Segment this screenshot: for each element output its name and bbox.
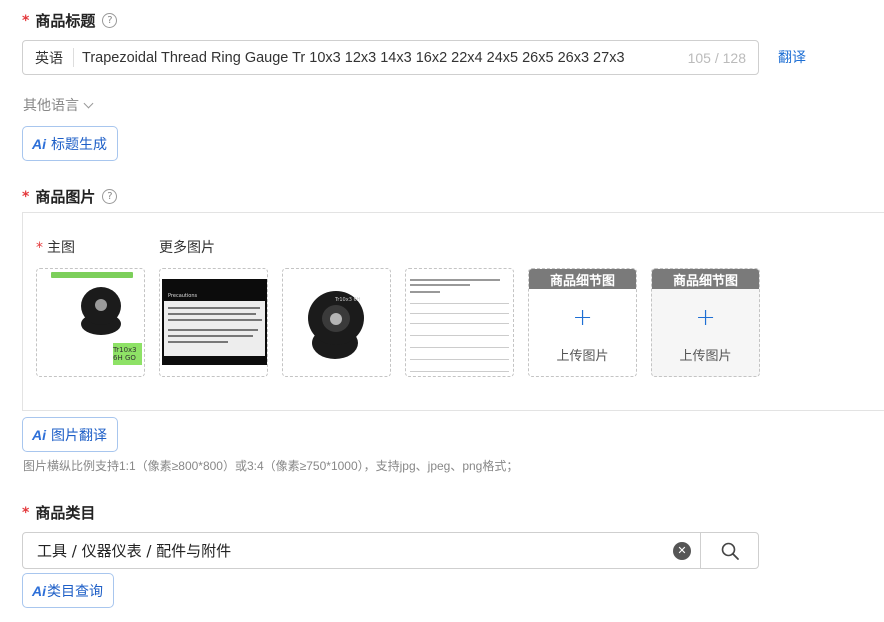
table-line bbox=[410, 313, 509, 314]
spec-table-image bbox=[410, 277, 509, 372]
main-image-label-text: 主图 bbox=[47, 240, 75, 256]
ai-category-lookup-label: 类目查询 bbox=[47, 583, 103, 600]
main-image-label: * 主图 bbox=[36, 237, 75, 257]
image-requirements-hint: 图片横纵比例支持1:1（像素≥800*800）或3:4（像素≥750*1000）… bbox=[23, 459, 519, 473]
question-circle-icon[interactable]: ? bbox=[102, 189, 118, 204]
document-line bbox=[168, 335, 253, 337]
ring-gauge-hole bbox=[330, 313, 342, 325]
table-text bbox=[410, 279, 500, 281]
table-text bbox=[410, 284, 470, 286]
ai-category-lookup-button[interactable]: Ai 类目查询 bbox=[22, 573, 114, 608]
document-line bbox=[168, 307, 260, 309]
search-icon bbox=[721, 542, 739, 560]
detail-slot-header: 商品细节图 bbox=[652, 269, 759, 289]
ai-title-generate-label: 标题生成 bbox=[51, 136, 107, 153]
char-counter: 105 / 128 bbox=[687, 49, 746, 66]
detail-image-upload-slot[interactable]: 商品细节图 + 上传图片 bbox=[651, 268, 760, 377]
main-image-thumbnail[interactable]: Tr10x3 6H GO bbox=[36, 268, 145, 377]
more-image-thumbnail[interactable]: Tr10x3 6H bbox=[282, 268, 391, 377]
detail-image-upload-slot[interactable]: 商品细节图 + 上传图片 bbox=[528, 268, 637, 377]
upload-label: 上传图片 bbox=[556, 349, 609, 364]
product-category-label: * 商品类目 bbox=[22, 502, 95, 523]
product-title-input[interactable]: 英语 Trapezoidal Thread Ring Gauge Tr 10x3… bbox=[22, 40, 759, 75]
ring-mark: Tr10x3 6H bbox=[335, 297, 361, 303]
image-banner bbox=[51, 272, 133, 278]
gauge-tag: Tr10x3 6H GO bbox=[113, 343, 142, 365]
more-images-label: 更多图片 bbox=[159, 240, 215, 256]
document-line bbox=[168, 313, 256, 315]
ring-gauge-hole bbox=[95, 299, 107, 311]
product-images-label: * 商品图片 ? bbox=[22, 186, 118, 207]
document-line bbox=[168, 341, 228, 343]
table-line bbox=[410, 371, 509, 372]
product-images-label-text: 商品图片 bbox=[35, 188, 96, 206]
search-button[interactable] bbox=[700, 533, 758, 568]
product-title-label: * 商品标题 ? bbox=[22, 10, 118, 31]
other-languages-toggle[interactable]: 其他语言 bbox=[23, 95, 94, 115]
other-languages-label: 其他语言 bbox=[23, 98, 79, 114]
product-title-value[interactable]: Trapezoidal Thread Ring Gauge Tr 10x3 12… bbox=[74, 50, 684, 66]
table-line bbox=[410, 303, 509, 304]
ai-icon: Ai bbox=[32, 426, 46, 443]
ai-image-translate-label: 图片翻译 bbox=[51, 427, 107, 444]
table-text bbox=[410, 291, 440, 293]
ai-icon: Ai bbox=[32, 135, 46, 152]
translate-link[interactable]: 翻译 bbox=[778, 47, 806, 67]
required-mark: * bbox=[22, 188, 30, 205]
language-prefix: 英语 bbox=[23, 48, 74, 67]
required-mark: * bbox=[36, 240, 43, 256]
category-input[interactable]: 工具 / 仪器仪表 / 配件与附件 ✕ bbox=[22, 532, 759, 569]
table-line bbox=[410, 335, 509, 336]
chevron-down-icon bbox=[83, 98, 94, 108]
detail-slot-header: 商品细节图 bbox=[529, 269, 636, 289]
clear-circle-icon[interactable]: ✕ bbox=[673, 541, 691, 560]
document-line bbox=[168, 329, 258, 331]
category-value[interactable]: 工具 / 仪器仪表 / 配件与附件 bbox=[23, 540, 673, 561]
question-circle-icon[interactable]: ? bbox=[102, 13, 118, 28]
table-line bbox=[410, 347, 509, 348]
product-title-label-text: 商品标题 bbox=[35, 12, 96, 30]
document-line bbox=[168, 319, 262, 321]
ai-title-generate-button[interactable]: Ai 标题生成 bbox=[22, 126, 118, 161]
more-image-thumbnail[interactable] bbox=[405, 268, 514, 377]
required-mark: * bbox=[22, 12, 30, 29]
required-mark: * bbox=[22, 504, 30, 521]
table-line bbox=[410, 359, 509, 360]
plus-icon: + bbox=[695, 303, 716, 331]
table-line bbox=[410, 323, 509, 324]
plus-icon: + bbox=[572, 303, 593, 331]
product-category-label-text: 商品类目 bbox=[35, 504, 96, 522]
ai-icon: Ai bbox=[32, 582, 46, 599]
document-heading: Precautions bbox=[168, 293, 198, 299]
upload-label: 上传图片 bbox=[679, 349, 732, 364]
ai-image-translate-button[interactable]: Ai 图片翻译 bbox=[22, 417, 118, 452]
more-image-thumbnail[interactable]: Precautions bbox=[159, 268, 268, 377]
